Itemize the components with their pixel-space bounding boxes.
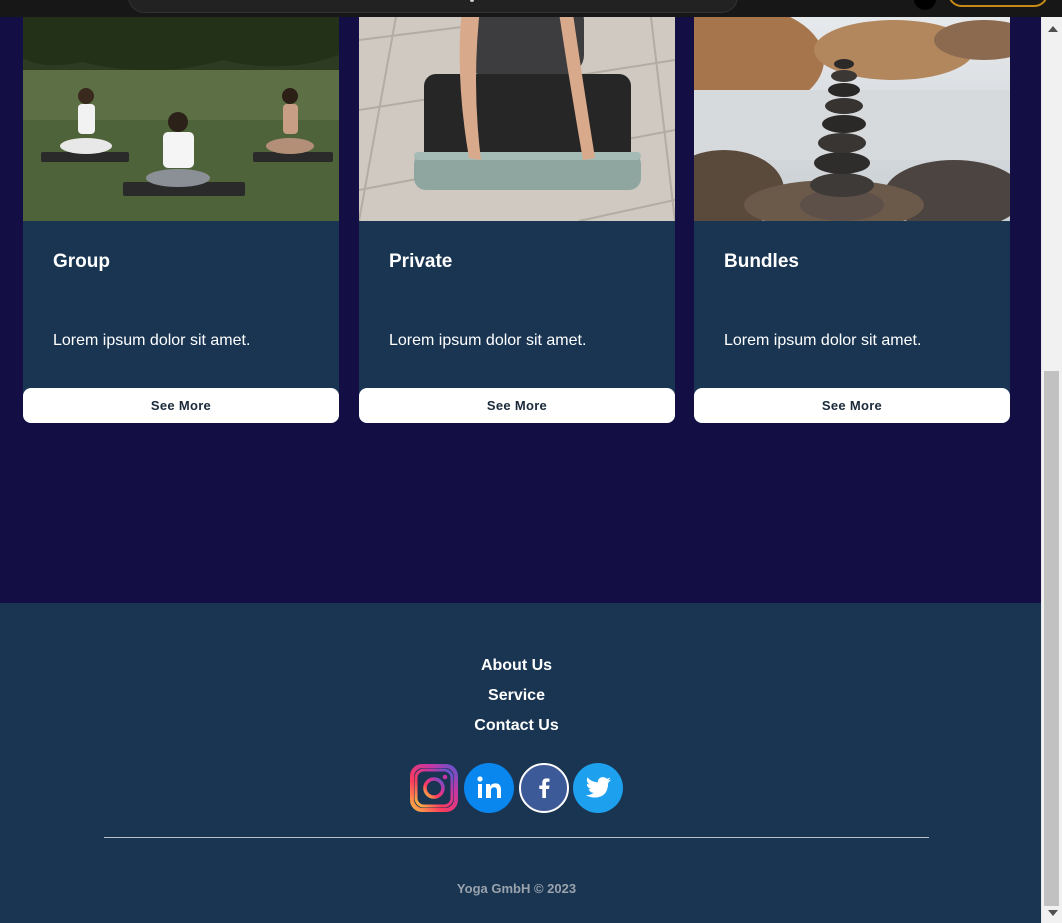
footer-link-service[interactable]: Service	[0, 681, 1033, 711]
card-bundles: Bundles Lorem ipsum dolor sit amet. See …	[694, 0, 1010, 423]
card-body: Private Lorem ipsum dolor sit amet.	[359, 221, 675, 403]
card-description: Lorem ipsum dolor sit amet.	[389, 332, 587, 349]
top-navbar	[0, 0, 1062, 17]
yoga-mat-photo	[359, 0, 675, 221]
instagram-icon[interactable]	[409, 763, 459, 813]
card-description: Lorem ipsum dolor sit amet.	[724, 332, 922, 349]
card-body: Group Lorem ipsum dolor sit amet.	[23, 221, 339, 403]
card-title: Bundles	[724, 251, 799, 272]
linkedin-icon[interactable]	[464, 763, 514, 813]
see-more-button-group[interactable]: See More	[23, 388, 339, 423]
card-title: Private	[389, 251, 453, 272]
card-group: Group Lorem ipsum dolor sit amet. See Mo…	[23, 0, 339, 423]
card-title: Group	[53, 251, 110, 272]
footer-link-contact-us[interactable]: Contact Us	[0, 711, 1033, 741]
scrollbar-thumb[interactable]	[1044, 371, 1059, 906]
footer-divider	[104, 837, 929, 838]
avatar[interactable]	[914, 0, 936, 10]
scroll-up-icon[interactable]	[1048, 26, 1058, 32]
card-body: Bundles Lorem ipsum dolor sit amet.	[694, 221, 1010, 403]
footer: About Us Service Contact Us Yoga GmbH © …	[0, 603, 1041, 923]
scrollbar[interactable]	[1041, 17, 1062, 923]
nav-cta-button[interactable]	[948, 0, 1048, 7]
see-more-button-bundles[interactable]: See More	[694, 388, 1010, 423]
social-links	[409, 763, 629, 815]
footer-nav: About Us Service Contact Us	[0, 651, 1033, 741]
card-private: Private Lorem ipsum dolor sit amet. See …	[359, 0, 675, 423]
copyright: Yoga GmbH © 2023	[456, 881, 577, 896]
nav-pill[interactable]	[128, 0, 738, 13]
twitter-icon[interactable]	[573, 763, 623, 813]
stone-stack-photo	[694, 0, 1010, 221]
card-description: Lorem ipsum dolor sit amet.	[53, 332, 251, 349]
see-more-button-private[interactable]: See More	[359, 388, 675, 423]
group-meditation-photo	[23, 0, 339, 221]
page: Group Lorem ipsum dolor sit amet. See Mo…	[0, 0, 1041, 923]
scroll-down-icon[interactable]	[1048, 910, 1058, 916]
footer-link-about-us[interactable]: About Us	[0, 651, 1033, 681]
facebook-icon[interactable]	[519, 763, 569, 813]
